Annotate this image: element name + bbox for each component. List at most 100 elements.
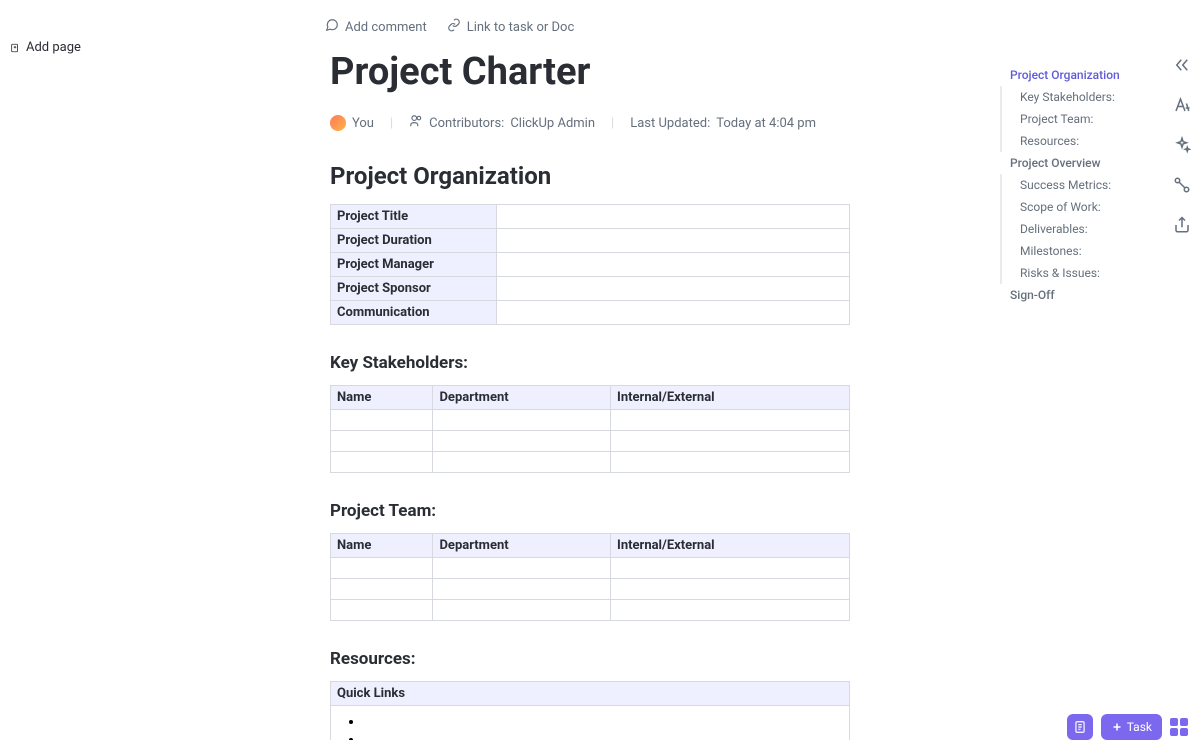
document-body[interactable]: Project Charter You | Contributors: Clic… [330, 40, 870, 740]
label-cell[interactable]: Project Sponsor [331, 277, 497, 301]
label-cell[interactable]: Project Duration [331, 229, 497, 253]
section-heading-stakeholders[interactable]: Key Stakeholders: [330, 353, 850, 373]
meta-divider: | [611, 116, 614, 131]
outline-item[interactable]: Milestones: [1000, 240, 1150, 262]
last-updated-chip: Last Updated: Today at 4:04 pm [630, 116, 816, 131]
table-row [331, 410, 850, 431]
table-row: Project Title [331, 205, 850, 229]
collapse-icon[interactable] [1172, 55, 1192, 75]
value-cell[interactable] [497, 301, 850, 325]
outline-item[interactable]: Deliverables: [1000, 218, 1150, 240]
value-cell[interactable] [611, 579, 850, 600]
author-name: You [352, 116, 374, 131]
stakeholders-table[interactable]: Name Department Internal/External [330, 385, 850, 473]
outline-item[interactable]: Project Overview [1000, 152, 1150, 174]
value-cell[interactable] [331, 410, 433, 431]
value-cell[interactable] [497, 277, 850, 301]
label-cell[interactable]: Project Title [331, 205, 497, 229]
notepad-button[interactable] [1067, 714, 1093, 740]
updated-value: Today at 4:04 pm [716, 116, 816, 131]
label-cell[interactable]: Project Manager [331, 253, 497, 277]
value-cell[interactable] [331, 600, 433, 621]
ai-sparkle-icon[interactable] [1172, 135, 1192, 155]
table-row: Project Manager [331, 253, 850, 277]
table-row: Communication [331, 301, 850, 325]
page-title[interactable]: Project Charter [330, 50, 850, 94]
avatar [330, 115, 346, 131]
add-comment-button[interactable]: Add comment [325, 18, 427, 36]
share-icon[interactable] [1172, 215, 1192, 235]
value-cell[interactable] [497, 253, 850, 277]
header-cell[interactable]: Department [433, 386, 611, 410]
table-header-row: Name Department Internal/External [331, 534, 850, 558]
author-chip[interactable]: You [330, 115, 374, 131]
list-item[interactable] [363, 732, 837, 740]
contributors-label: Contributors: [429, 116, 504, 131]
table-header-row: Name Department Internal/External [331, 386, 850, 410]
label-cell[interactable]: Communication [331, 301, 497, 325]
outline-item[interactable]: Project Team: [1000, 108, 1150, 130]
table-row: Project Sponsor [331, 277, 850, 301]
table-row [331, 579, 850, 600]
plus-page-icon [10, 43, 20, 53]
table-row: Project Duration [331, 229, 850, 253]
add-page-button[interactable]: Add page [10, 40, 81, 55]
value-cell[interactable] [331, 431, 433, 452]
value-cell[interactable] [611, 558, 850, 579]
contributors-chip[interactable]: Contributors: ClickUp Admin [409, 114, 595, 132]
value-cell[interactable] [611, 410, 850, 431]
value-cell[interactable] [331, 558, 433, 579]
section-heading-resources[interactable]: Resources: [330, 649, 850, 669]
value-cell[interactable] [611, 452, 850, 473]
value-cell[interactable] [433, 600, 611, 621]
header-cell[interactable]: Quick Links [331, 682, 850, 706]
relations-icon[interactable] [1172, 175, 1192, 195]
link-task-button[interactable]: Link to task or Doc [447, 18, 575, 36]
outline-item[interactable]: Sign-Off [1000, 284, 1150, 306]
table-row [331, 600, 850, 621]
header-cell[interactable]: Name [331, 534, 433, 558]
value-cell[interactable] [497, 205, 850, 229]
outline-item[interactable]: Key Stakeholders: [1000, 86, 1150, 108]
value-cell[interactable] [497, 229, 850, 253]
header-cell[interactable]: Department [433, 534, 611, 558]
outline-item[interactable]: Project Organization [1000, 64, 1150, 86]
meta-row: You | Contributors: ClickUp Admin | Last… [330, 114, 850, 132]
typography-icon[interactable] [1172, 95, 1192, 115]
header-cell[interactable]: Name [331, 386, 433, 410]
section-heading-org[interactable]: Project Organization [330, 162, 850, 190]
table-header-row: Quick Links [331, 682, 850, 706]
section-heading-team[interactable]: Project Team: [330, 501, 850, 521]
value-cell[interactable] [433, 558, 611, 579]
create-task-button[interactable]: Task [1101, 714, 1162, 740]
value-cell[interactable] [433, 579, 611, 600]
apps-button[interactable] [1170, 718, 1188, 736]
list-item[interactable] [363, 714, 837, 732]
meta-divider: | [390, 116, 393, 131]
outline-item[interactable]: Scope of Work: [1000, 196, 1150, 218]
top-actions-bar: Add comment Link to task or Doc [325, 18, 574, 36]
outline-item[interactable]: Success Metrics: [1000, 174, 1150, 196]
bullet-cell[interactable] [331, 706, 850, 741]
resources-table[interactable]: Quick Links [330, 681, 850, 740]
updated-label: Last Updated: [630, 116, 710, 131]
header-cell[interactable]: Internal/External [611, 534, 850, 558]
table-row [331, 558, 850, 579]
value-cell[interactable] [611, 600, 850, 621]
table-row [331, 706, 850, 741]
value-cell[interactable] [433, 452, 611, 473]
value-cell[interactable] [433, 410, 611, 431]
value-cell[interactable] [611, 431, 850, 452]
outline-item[interactable]: Risks & Issues: [1000, 262, 1150, 284]
table-row [331, 452, 850, 473]
link-icon [447, 18, 461, 36]
value-cell[interactable] [331, 579, 433, 600]
team-table[interactable]: Name Department Internal/External [330, 533, 850, 621]
header-cell[interactable]: Internal/External [611, 386, 850, 410]
link-task-label: Link to task or Doc [467, 20, 575, 35]
add-comment-label: Add comment [345, 20, 427, 35]
org-table[interactable]: Project Title Project Duration Project M… [330, 204, 850, 325]
outline-item[interactable]: Resources: [1000, 130, 1150, 152]
value-cell[interactable] [331, 452, 433, 473]
value-cell[interactable] [433, 431, 611, 452]
